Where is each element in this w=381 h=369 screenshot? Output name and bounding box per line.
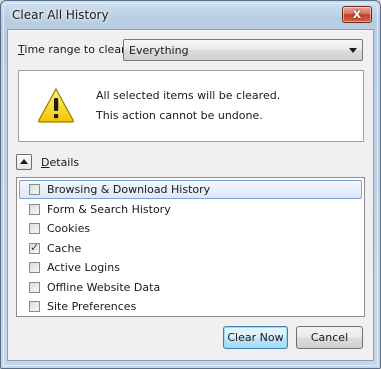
dialog-client-area: Time range to clear: Everything All sele… (7, 29, 374, 361)
warning-icon (38, 87, 74, 123)
list-item-browsing-download-history[interactable]: Browsing & Download History (19, 180, 362, 199)
list-item-label: Cookies (47, 222, 91, 235)
checkbox-browsing-download-history[interactable] (29, 184, 40, 195)
window-title: Clear All History (12, 8, 109, 22)
checkbox-offline-website-data[interactable] (29, 281, 40, 293)
checkbox-form-search-history[interactable] (29, 203, 40, 215)
list-item-cookies[interactable]: Cookies (19, 219, 362, 238)
list-item-label: Offline Website Data (47, 280, 161, 294)
checkbox-cache[interactable]: ✓ (29, 240, 40, 254)
chevron-down-icon (349, 48, 357, 53)
cancel-button[interactable]: Cancel (296, 326, 363, 349)
list-item-label: Form & Search History (47, 202, 171, 216)
list-item-label: Active Logins (47, 261, 120, 274)
checkbox-cookies[interactable] (29, 223, 40, 234)
details-label[interactable]: Details (41, 156, 79, 169)
warning-message-line2: This action cannot be undone. (96, 109, 263, 122)
time-range-label: Time range to clear: (18, 43, 129, 56)
list-item-form-search-history[interactable]: Form & Search History (19, 200, 362, 219)
clear-now-button[interactable]: Clear Now (223, 326, 288, 349)
time-range-select[interactable]: Everything (123, 39, 363, 61)
checkmark-icon: ✓ (30, 240, 40, 254)
time-range-value: Everything (129, 44, 189, 57)
time-range-label-text: ime range to clear: (24, 43, 130, 56)
chevron-up-icon (20, 159, 28, 164)
list-item-offline-website-data[interactable]: Offline Website Data (19, 278, 362, 297)
details-label-text: etails (49, 156, 80, 169)
list-item-active-logins[interactable]: Active Logins (19, 258, 362, 277)
list-item-label: Browsing & Download History (47, 183, 211, 196)
warning-panel: All selected items will be cleared. This… (18, 70, 364, 142)
checkbox-active-logins[interactable] (29, 262, 40, 273)
close-icon: x (352, 7, 362, 22)
list-item-label: Cache (47, 241, 82, 255)
checkbox-site-preferences[interactable] (29, 301, 40, 312)
list-item-cache[interactable]: ✓ Cache (19, 239, 362, 258)
details-list: Browsing & Download History Form & Searc… (16, 177, 365, 317)
title-bar[interactable]: Clear All History x (0, 0, 381, 28)
details-toggle-button[interactable] (16, 154, 32, 170)
list-item-site-preferences[interactable]: Site Preferences (19, 297, 362, 316)
close-button[interactable]: x (342, 6, 372, 23)
warning-message-line1: All selected items will be cleared. (96, 89, 281, 102)
list-item-label: Site Preferences (47, 300, 137, 313)
